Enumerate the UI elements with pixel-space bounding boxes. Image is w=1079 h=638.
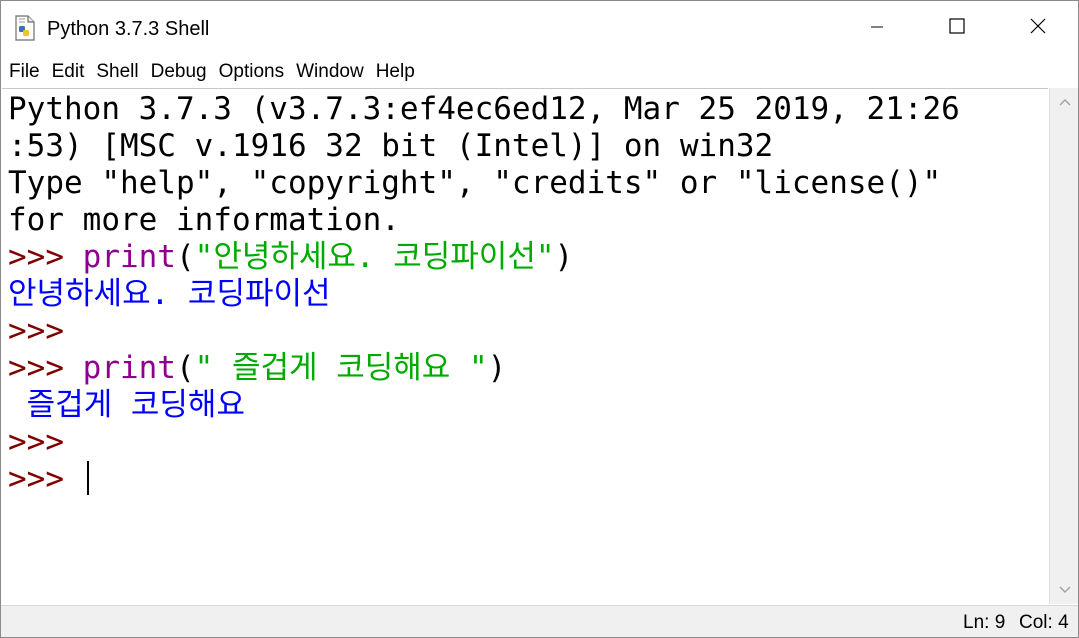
menu-window[interactable]: Window bbox=[290, 58, 370, 86]
close-icon bbox=[1030, 18, 1046, 39]
shell-token: Type "help", "copyright", "credits" or "… bbox=[8, 165, 942, 201]
title-bar[interactable]: Python 3.7.3 Shell bbox=[1, 1, 1078, 56]
shell-text-area[interactable]: Python 3.7.3 (v3.7.3:ef4ec6ed12, Mar 25 … bbox=[2, 88, 1048, 605]
shell-token: Python 3.7.3 (v3.7.3:ef4ec6ed12, Mar 25 … bbox=[8, 91, 960, 127]
scroll-up-arrow-icon bbox=[1059, 93, 1071, 111]
shell-token: ) bbox=[487, 350, 507, 386]
text-cursor bbox=[86, 461, 89, 495]
scroll-up-button[interactable] bbox=[1050, 88, 1078, 116]
idle-shell-window: Python 3.7.3 Shell File Edit Shell Debug… bbox=[0, 0, 1079, 638]
window-title: Python 3.7.3 Shell bbox=[47, 18, 210, 40]
shell-line: >>> bbox=[8, 461, 960, 498]
shell-token: print bbox=[82, 239, 176, 275]
shell-token: >>> bbox=[8, 239, 83, 275]
shell-token: >>> bbox=[8, 350, 83, 386]
maximize-icon bbox=[949, 18, 965, 39]
shell-token: " 즐겁게 코딩해요 " bbox=[194, 350, 488, 386]
status-bar: Ln: 9 Col: 4 bbox=[1, 605, 1078, 637]
shell-token: >>> bbox=[8, 313, 64, 349]
shell-line: >>> print("안녕하세요. 코딩파이선") bbox=[8, 239, 960, 276]
status-line-number: Ln: 9 bbox=[963, 612, 1006, 633]
shell-token: for more information. bbox=[8, 202, 400, 238]
shell-line: >>> print(" 즐겁게 코딩해요 ") bbox=[8, 350, 960, 387]
shell-token: ) bbox=[554, 239, 574, 275]
shell-line: >>> bbox=[8, 424, 960, 461]
maximize-button[interactable] bbox=[917, 1, 997, 56]
shell-line: :53) [MSC v.1916 32 bit (Intel)] on win3… bbox=[8, 128, 960, 165]
shell-output[interactable]: Python 3.7.3 (v3.7.3:ef4ec6ed12, Mar 25 … bbox=[8, 91, 960, 498]
menu-shell[interactable]: Shell bbox=[90, 58, 144, 86]
shell-line: 즐겁게 코딩해요 bbox=[8, 387, 960, 424]
shell-line: 안녕하세요. 코딩파이선 bbox=[8, 276, 960, 313]
shell-token: >>> bbox=[8, 461, 83, 497]
status-column-number: Col: 4 bbox=[1019, 612, 1069, 633]
shell-line: for more information. bbox=[8, 202, 960, 239]
shell-token: :53) [MSC v.1916 32 bit (Intel)] on win3… bbox=[8, 128, 774, 164]
shell-line: Type "help", "copyright", "credits" or "… bbox=[8, 165, 960, 202]
shell-line: >>> bbox=[8, 313, 960, 350]
menu-debug[interactable]: Debug bbox=[145, 58, 213, 86]
minimize-icon bbox=[871, 20, 883, 38]
shell-token: "안녕하세요. 코딩파이선" bbox=[194, 239, 555, 275]
menu-file[interactable]: File bbox=[3, 58, 46, 86]
menu-help[interactable]: Help bbox=[370, 58, 421, 86]
shell-token: 즐겁게 코딩해요 bbox=[8, 387, 245, 423]
python-file-icon[interactable] bbox=[14, 15, 36, 41]
minimize-button[interactable] bbox=[837, 1, 917, 56]
scroll-down-button[interactable] bbox=[1050, 576, 1078, 604]
shell-token: print bbox=[82, 350, 176, 386]
shell-token: ( bbox=[175, 239, 195, 275]
menu-bar: File Edit Shell Debug Options Window Hel… bbox=[1, 57, 1078, 87]
menu-edit[interactable]: Edit bbox=[46, 58, 91, 86]
shell-token: 안녕하세요. 코딩파이선 bbox=[8, 276, 331, 312]
shell-line: Python 3.7.3 (v3.7.3:ef4ec6ed12, Mar 25 … bbox=[8, 91, 960, 128]
scroll-down-arrow-icon bbox=[1059, 581, 1071, 599]
shell-token: ( bbox=[175, 350, 195, 386]
vertical-scrollbar[interactable] bbox=[1049, 88, 1078, 604]
menu-options[interactable]: Options bbox=[213, 58, 290, 86]
shell-token: >>> bbox=[8, 424, 64, 460]
close-button[interactable] bbox=[998, 1, 1078, 56]
